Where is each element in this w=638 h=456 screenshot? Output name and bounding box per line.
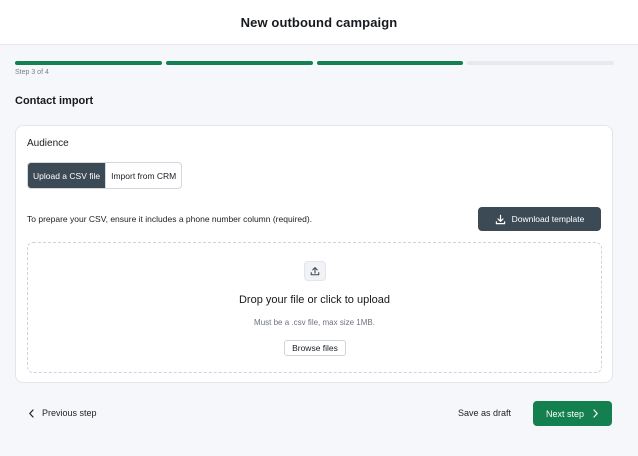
upload-csv-option[interactable]: Upload a CSV file [28,163,106,188]
page-header: New outbound campaign [0,0,638,45]
contact-import-card: Audience Upload a CSV file Import from C… [15,125,613,383]
step-progress-bar [15,61,614,65]
upload-icon [304,261,326,281]
download-icon [495,214,505,224]
audience-label: Audience [27,138,69,149]
next-step-button[interactable]: Next step [533,401,612,426]
download-template-label: Download template [511,214,585,224]
chevron-left-icon [29,408,34,418]
save-draft-button[interactable]: Save as draft [458,404,511,422]
file-dropzone[interactable]: Drop your file or click to upload Must b… [27,242,602,373]
progress-segment-3 [316,61,464,65]
progress-segment-2 [165,61,313,65]
progress-segment-1 [15,61,162,65]
chevron-right-icon [593,409,598,418]
audience-source-toggle: Upload a CSV file Import from CRM [27,162,183,189]
import-crm-option[interactable]: Import from CRM [105,163,181,188]
dropzone-title: Drop your file or click to upload [238,294,390,306]
step-label: Step 3 of 4 [15,69,49,76]
next-step-label: Next step [545,408,585,419]
dropzone-subtitle: Must be a .csv file, max size 1MB. [254,318,375,327]
section-title: Contact import [15,95,94,107]
progress-segment-4 [467,61,614,65]
download-template-button[interactable]: Download template [478,207,601,231]
csv-hint-text: To prepare your CSV, ensure it includes … [27,214,313,224]
browse-files-button[interactable]: Browse files [284,340,346,356]
previous-step-button[interactable]: Previous step [28,404,97,422]
page-title: New outbound campaign [240,14,398,30]
previous-step-label: Previous step [42,408,97,418]
